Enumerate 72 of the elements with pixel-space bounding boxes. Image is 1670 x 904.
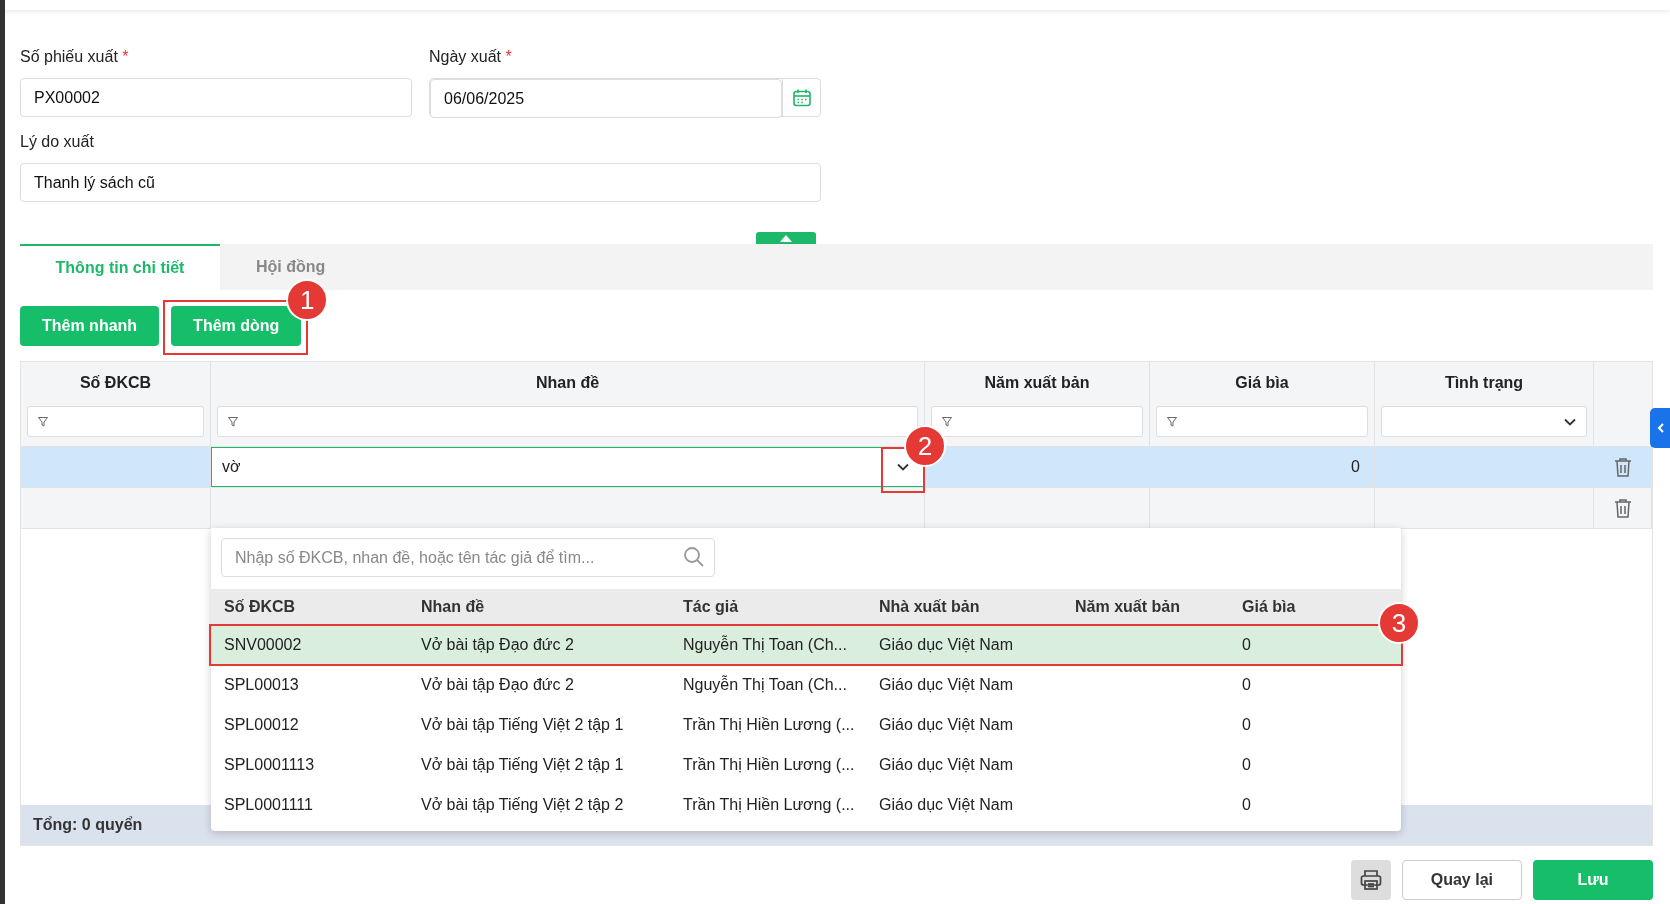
step-badge: 3 bbox=[1378, 602, 1420, 644]
table-cell: Giáo dục Việt Nam bbox=[879, 716, 1013, 733]
table-cell: 0 bbox=[1242, 676, 1251, 693]
column-header: Số ĐKCB bbox=[223, 598, 297, 616]
calendar-icon bbox=[791, 87, 812, 108]
search-field[interactable]: Nhập số ĐKCB, nhan đề, hoặc tên tác giả để tìm... bbox=[221, 538, 715, 577]
field-label: Ngày xuất * bbox=[429, 48, 513, 66]
table-cell: 0 bbox=[1242, 756, 1251, 773]
trash-icon[interactable] bbox=[1613, 498, 1632, 518]
filter-icon bbox=[1167, 416, 1177, 427]
table-cell: SPL00013 bbox=[224, 676, 299, 693]
table-cell: Nguyễn Thị Toan (Ch... bbox=[683, 636, 847, 653]
table-cell: Trần Thị Hiền Lương (... bbox=[683, 756, 855, 773]
filter-field[interactable] bbox=[217, 406, 918, 437]
side-panel-toggle[interactable] bbox=[1650, 408, 1670, 448]
filter-field[interactable] bbox=[1156, 406, 1368, 437]
table-cell: 0 bbox=[1242, 636, 1251, 653]
table-cell: Giáo dục Việt Nam bbox=[879, 796, 1013, 813]
filter-field[interactable] bbox=[931, 406, 1143, 437]
table-cell: Vở bài tập Đạo đức 2 bbox=[421, 676, 574, 693]
table-cell: Nguyễn Thị Toan (Ch... bbox=[683, 676, 847, 693]
result-row[interactable]: SPL0001113 Vở bài tập Tiếng Việt 2 tập 1 Trần Thị Hiền Lương (... Giáo dục Việt Nam 0 bbox=[211, 745, 1401, 785]
table-cell: Vở bài tập Tiếng Việt 2 tập 2 bbox=[421, 796, 624, 813]
table-cell: SPL00012 bbox=[224, 716, 299, 733]
chevron-down-icon bbox=[1564, 417, 1576, 426]
filter-icon bbox=[38, 416, 48, 427]
table-cell: SNV00002 bbox=[224, 636, 302, 653]
trash-icon[interactable] bbox=[1613, 457, 1632, 477]
result-row[interactable]: SPL0001111 Vở bài tập Tiếng Việt 2 tập 2 Trần Thị Hiền Lương (... Giáo dục Việt Nam 0 bbox=[211, 785, 1401, 825]
column-header: Giá bìa bbox=[1234, 374, 1290, 392]
column-header: Năm xuất bản bbox=[983, 374, 1091, 392]
total-count: Tổng: 0 quyển bbox=[33, 816, 143, 834]
print-button[interactable] bbox=[1350, 860, 1391, 900]
table-cell: Giáo dục Việt Nam bbox=[879, 636, 1013, 653]
chevron-left-icon bbox=[1656, 423, 1664, 433]
column-header: Nhan đề bbox=[534, 374, 601, 392]
reason-field[interactable]: Thanh lý sách cũ bbox=[20, 163, 821, 202]
table-cell: Giáo dục Việt Nam bbox=[879, 756, 1013, 773]
column-header: Nhan đề bbox=[420, 598, 486, 616]
filter-icon bbox=[942, 416, 952, 427]
table-cell: Trần Thị Hiền Lương (... bbox=[683, 796, 855, 813]
result-row[interactable]: SPL00012 Vở bài tập Tiếng Việt 2 tập 1 Trần Thị Hiền Lương (... Giáo dục Việt Nam 0 bbox=[211, 705, 1401, 745]
field-label: Số phiếu xuất * bbox=[20, 48, 130, 66]
search-icon[interactable] bbox=[683, 546, 705, 568]
filter-icon bbox=[228, 416, 238, 427]
table-cell: Trần Thị Hiền Lương (... bbox=[683, 716, 855, 733]
table-cell: SPL0001111 bbox=[224, 796, 313, 813]
column-header: Số ĐKCB bbox=[78, 374, 153, 392]
caret-up-icon bbox=[780, 234, 792, 242]
receipt-number-field[interactable]: PX00002 bbox=[20, 78, 412, 117]
column-header: Giá bìa bbox=[1241, 598, 1297, 616]
table-cell: SPL0001113 bbox=[224, 756, 315, 773]
result-row[interactable]: SPL00013 Vở bài tập Đạo đức 2 Nguyễn Thị Toan (Ch... Giáo dục Việt Nam 0 bbox=[211, 665, 1401, 705]
table-cell: 0 bbox=[1351, 458, 1360, 476]
table-cell: 0 bbox=[1242, 716, 1251, 733]
column-header: Năm xuất bản bbox=[1074, 598, 1181, 616]
filter-select[interactable] bbox=[1381, 406, 1587, 437]
table-cell: 0 bbox=[1242, 796, 1251, 813]
column-header: Tình trạng bbox=[1443, 374, 1525, 392]
column-header: Tác giả bbox=[682, 598, 740, 616]
table-cell: Vở bài tập Đạo đức 2 bbox=[421, 636, 574, 653]
chevron-down-icon[interactable] bbox=[897, 463, 909, 471]
field-label: Lý do xuất bbox=[20, 133, 95, 151]
filter-field[interactable] bbox=[27, 406, 204, 437]
back-button[interactable]: Quay lại bbox=[1401, 860, 1522, 900]
collapse-toggle[interactable] bbox=[756, 232, 816, 244]
column-header: Nhà xuất bản bbox=[878, 598, 981, 616]
date-field[interactable]: 06/06/2025 bbox=[430, 79, 782, 118]
table-cell: Vở bài tập Tiếng Việt 2 tập 1 bbox=[421, 756, 624, 773]
table-cell: Vở bài tập Tiếng Việt 2 tập 1 bbox=[421, 716, 624, 733]
printer-icon bbox=[1358, 868, 1383, 892]
table-cell: Giáo dục Việt Nam bbox=[879, 676, 1013, 693]
